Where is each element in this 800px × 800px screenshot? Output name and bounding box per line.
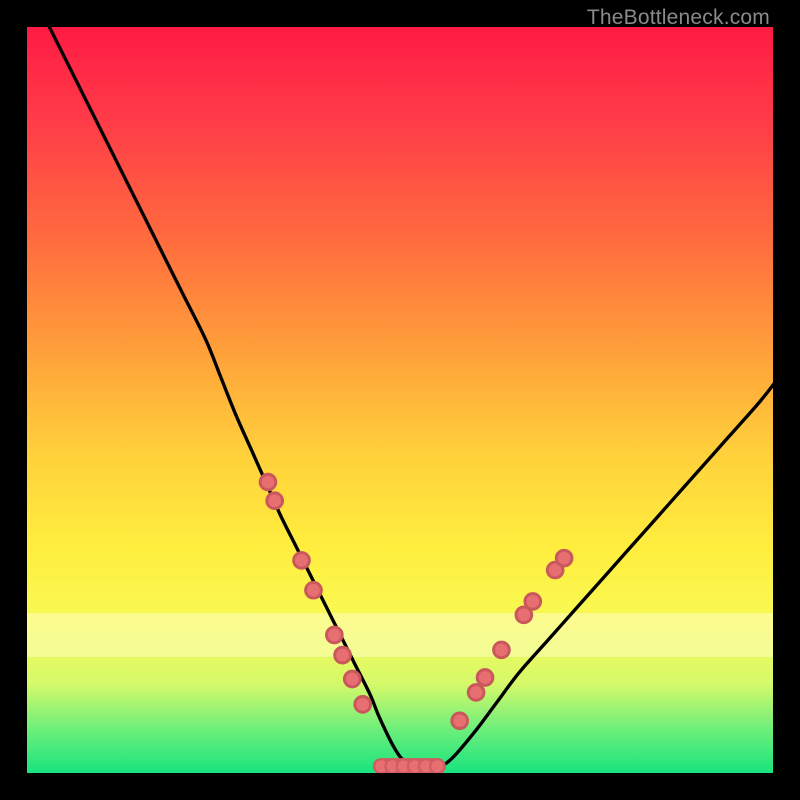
data-marker xyxy=(525,594,541,610)
data-marker xyxy=(556,550,572,566)
data-marker xyxy=(294,553,310,569)
data-marker xyxy=(344,671,360,687)
data-marker xyxy=(430,759,444,773)
chart-stage: TheBottleneck.com xyxy=(0,0,800,800)
markers-right-branch xyxy=(452,550,572,728)
data-marker xyxy=(477,670,493,686)
markers-valley-flat xyxy=(374,759,445,773)
data-marker xyxy=(327,627,343,643)
data-marker xyxy=(335,647,351,663)
data-marker xyxy=(355,697,371,713)
data-marker xyxy=(306,582,322,598)
data-marker xyxy=(267,493,283,509)
curve-path xyxy=(49,27,773,769)
data-marker xyxy=(494,642,510,658)
plot-area xyxy=(27,27,773,773)
data-marker xyxy=(468,685,484,701)
bottleneck-curve xyxy=(27,27,773,773)
data-marker xyxy=(260,474,276,490)
data-marker xyxy=(452,713,468,729)
